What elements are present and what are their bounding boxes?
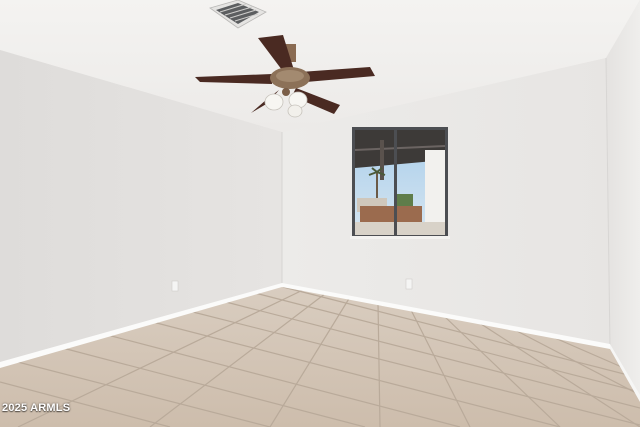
outlet-left xyxy=(171,280,179,292)
watermark-text: 2025 ARMLS xyxy=(2,402,71,414)
outlet-back xyxy=(405,278,413,290)
room-scene xyxy=(0,0,640,427)
window xyxy=(350,127,450,239)
right-wall xyxy=(606,0,640,400)
room-photo: 2025 ARMLS xyxy=(0,0,640,427)
